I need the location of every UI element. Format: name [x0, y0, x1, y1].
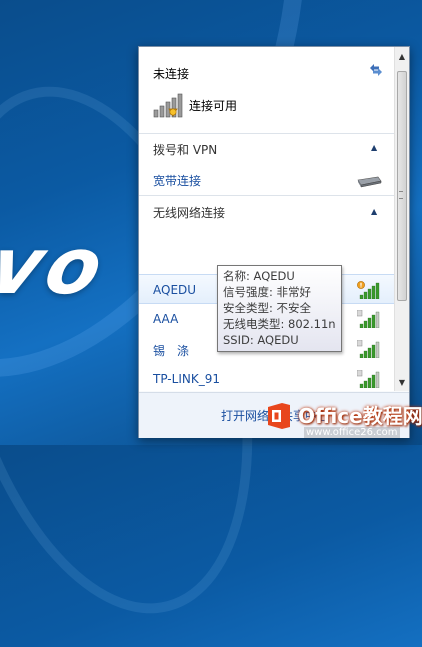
refresh-icon[interactable]: [367, 61, 385, 79]
watermark-url: www.office26.com: [304, 427, 400, 438]
secured-signal-icon: [356, 309, 381, 329]
broadband-connection-item[interactable]: 宽带连接: [153, 172, 201, 189]
open-signal-icon: [357, 281, 381, 300]
network-name: AQEDU: [153, 283, 197, 297]
desktop-logo-text: vo: [0, 222, 115, 312]
scroll-grip: [399, 191, 403, 199]
secured-signal-icon: [356, 369, 381, 389]
dialup-vpn-section-header[interactable]: 拨号和 VPN: [153, 141, 217, 158]
scroll-down-arrow[interactable]: ▼: [397, 377, 407, 389]
connections-available-label: 连接可用: [189, 99, 238, 113]
modem-icon: [356, 174, 382, 188]
vertical-scrollbar[interactable]: ▲ ▼: [394, 47, 409, 391]
wireless-network-item[interactable]: TP-LINK_91: [139, 364, 395, 391]
watermark: Office教程网 www.office26.com: [264, 398, 422, 444]
tooltip-ssid: SSID: AQEDU: [223, 333, 299, 347]
connection-status: 未连接: [153, 67, 190, 81]
wireless-section-header[interactable]: 无线网络连接: [153, 204, 225, 221]
chevron-up-icon[interactable]: ▲: [371, 207, 381, 217]
chevron-up-icon[interactable]: ▲: [371, 143, 381, 153]
secured-signal-icon: [356, 339, 381, 359]
network-name: TP-LINK_91: [153, 372, 220, 386]
divider: [139, 133, 395, 134]
divider: [139, 195, 395, 196]
network-name: 锡 涤: [153, 344, 190, 358]
network-available-icon: [153, 93, 183, 118]
tooltip-signal: 信号强度: 非常好: [223, 285, 312, 299]
scroll-thumb[interactable]: [397, 71, 407, 301]
network-name: AAA: [153, 312, 179, 326]
tooltip-security: 安全类型: 不安全: [223, 301, 312, 315]
tooltip-name: 名称: AQEDU: [223, 269, 295, 283]
office-logo-icon: [264, 401, 294, 431]
scroll-up-arrow[interactable]: ▲: [397, 51, 407, 63]
network-flyout: 未连接 连接可用 拨号和 VPN ▲ 宽带连接 无线网络连接 ▲ AQEDU A…: [138, 46, 410, 438]
watermark-brand: Office教程网: [298, 404, 422, 428]
tooltip-radio-type: 无线电类型: 802.11n: [223, 317, 336, 331]
network-tooltip: 名称: AQEDU 信号强度: 非常好 安全类型: 不安全 无线电类型: 802…: [217, 265, 342, 352]
